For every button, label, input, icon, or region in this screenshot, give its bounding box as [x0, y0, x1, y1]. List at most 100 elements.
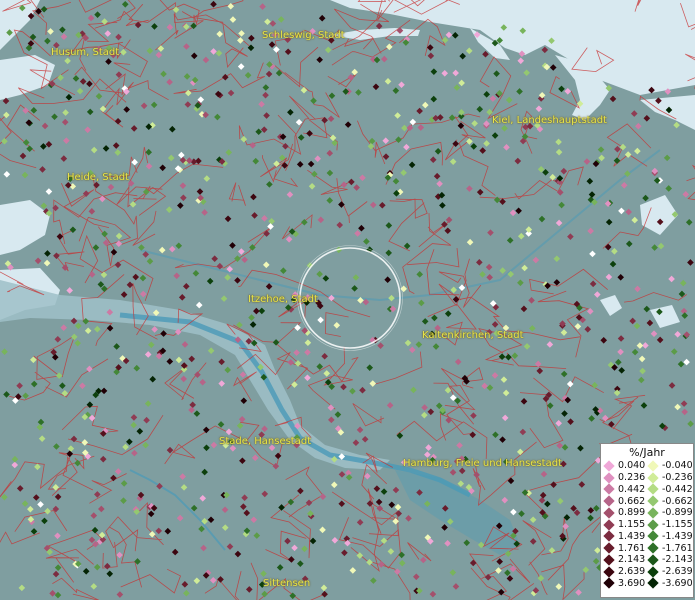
data-point[interactable]	[216, 30, 223, 38]
data-point[interactable]	[179, 182, 187, 189]
data-point[interactable]	[44, 250, 51, 257]
data-point[interactable]	[143, 416, 150, 424]
data-point[interactable]	[114, 468, 122, 475]
data-point[interactable]	[449, 569, 457, 576]
data-point[interactable]	[178, 294, 186, 301]
data-point[interactable]	[433, 172, 441, 180]
data-point[interactable]	[420, 556, 427, 564]
data-point[interactable]	[79, 78, 87, 85]
data-point[interactable]	[587, 514, 594, 522]
data-point[interactable]	[112, 142, 120, 149]
data-point[interactable]	[493, 70, 500, 77]
data-point[interactable]	[377, 342, 384, 349]
data-point[interactable]	[180, 375, 187, 383]
data-point[interactable]	[470, 143, 478, 150]
data-point[interactable]	[479, 271, 486, 278]
data-point[interactable]	[90, 146, 98, 154]
data-point[interactable]	[56, 233, 64, 240]
data-point[interactable]	[52, 505, 60, 513]
data-point[interactable]	[140, 102, 148, 110]
data-point[interactable]	[605, 218, 613, 226]
data-point[interactable]	[95, 92, 103, 100]
data-point[interactable]	[138, 244, 145, 251]
data-point[interactable]	[265, 283, 273, 290]
data-point[interactable]	[66, 287, 73, 294]
data-point[interactable]	[495, 567, 502, 574]
data-point[interactable]	[190, 52, 198, 60]
data-point[interactable]	[665, 185, 673, 192]
data-point[interactable]	[613, 389, 621, 397]
data-point[interactable]	[126, 281, 134, 289]
data-point[interactable]	[144, 400, 152, 407]
data-point[interactable]	[114, 261, 122, 269]
data-point[interactable]	[583, 158, 591, 165]
data-point[interactable]	[412, 573, 420, 581]
data-point[interactable]	[176, 514, 184, 522]
data-point[interactable]	[382, 137, 390, 145]
data-point[interactable]	[548, 547, 556, 554]
data-point[interactable]	[160, 70, 167, 78]
data-point[interactable]	[263, 230, 270, 237]
data-point[interactable]	[217, 421, 225, 428]
data-point[interactable]	[555, 419, 562, 427]
data-point[interactable]	[98, 531, 106, 539]
data-point[interactable]	[375, 498, 383, 506]
data-point[interactable]	[539, 491, 547, 499]
data-point[interactable]	[167, 154, 175, 162]
data-point[interactable]	[262, 91, 269, 99]
data-point[interactable]	[248, 34, 255, 42]
data-point[interactable]	[319, 493, 327, 500]
data-point[interactable]	[518, 510, 525, 518]
data-point[interactable]	[625, 208, 632, 216]
data-point[interactable]	[541, 46, 549, 54]
data-point[interactable]	[338, 500, 346, 508]
data-point[interactable]	[210, 441, 218, 449]
data-point[interactable]	[166, 358, 174, 365]
data-point[interactable]	[168, 245, 176, 253]
data-point[interactable]	[359, 386, 366, 394]
data-point[interactable]	[27, 505, 34, 513]
data-point[interactable]	[586, 177, 594, 185]
data-point[interactable]	[453, 84, 461, 91]
data-point[interactable]	[525, 226, 533, 233]
data-point[interactable]	[558, 201, 565, 209]
data-point[interactable]	[181, 581, 189, 588]
data-point[interactable]	[640, 402, 648, 409]
data-point[interactable]	[261, 590, 268, 598]
data-point[interactable]	[224, 274, 231, 281]
data-point[interactable]	[70, 333, 78, 341]
data-point[interactable]	[92, 244, 100, 251]
data-point[interactable]	[584, 325, 592, 333]
data-point[interactable]	[421, 411, 428, 419]
data-point[interactable]	[239, 457, 246, 465]
data-point[interactable]	[229, 242, 236, 249]
data-point[interactable]	[160, 330, 167, 337]
data-point[interactable]	[188, 355, 196, 363]
data-point[interactable]	[520, 305, 528, 313]
data-point[interactable]	[22, 392, 29, 400]
data-point[interactable]	[449, 158, 457, 165]
data-point[interactable]	[549, 64, 557, 71]
data-point[interactable]	[404, 339, 412, 347]
data-point[interactable]	[158, 246, 166, 254]
data-point[interactable]	[481, 382, 488, 390]
data-point[interactable]	[40, 143, 47, 150]
data-point[interactable]	[418, 299, 425, 307]
data-point[interactable]	[638, 355, 646, 363]
data-point[interactable]	[598, 154, 605, 162]
data-point[interactable]	[528, 325, 536, 332]
data-point[interactable]	[226, 543, 234, 550]
data-point[interactable]	[458, 109, 465, 116]
data-point[interactable]	[215, 49, 223, 57]
data-point[interactable]	[406, 124, 414, 132]
data-point[interactable]	[194, 371, 201, 378]
data-point[interactable]	[608, 420, 615, 428]
data-point[interactable]	[291, 544, 298, 552]
data-point[interactable]	[59, 26, 66, 34]
data-point[interactable]	[322, 275, 330, 282]
data-point[interactable]	[450, 286, 457, 294]
data-point[interactable]	[535, 105, 543, 113]
data-point[interactable]	[237, 37, 244, 44]
data-point[interactable]	[265, 70, 273, 78]
data-point[interactable]	[341, 549, 348, 557]
